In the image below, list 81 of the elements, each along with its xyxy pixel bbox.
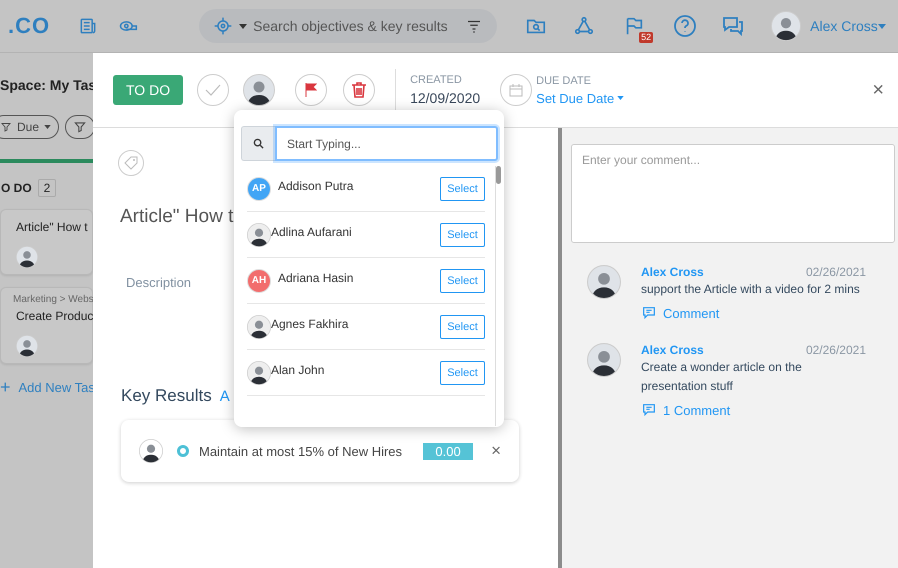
comment-date: 02/26/2021 bbox=[806, 265, 866, 279]
due-date-picker[interactable]: Set Due Date bbox=[536, 90, 624, 106]
caret-icon bbox=[617, 96, 624, 100]
task-title: Article" How t bbox=[16, 220, 89, 234]
task-count: 2 bbox=[38, 179, 56, 197]
notification-badge: 52 bbox=[639, 32, 654, 43]
avatar-icon bbox=[247, 222, 271, 246]
comment-icon[interactable] bbox=[641, 402, 657, 418]
task-card[interactable]: Article" How t bbox=[0, 209, 93, 275]
calendar-icon[interactable] bbox=[500, 74, 532, 106]
target-icon[interactable] bbox=[213, 16, 234, 36]
select-button[interactable]: Select bbox=[440, 176, 485, 200]
progress-value: 0.00 bbox=[423, 442, 474, 460]
flag-button[interactable] bbox=[295, 74, 328, 106]
avatar-icon bbox=[587, 343, 621, 377]
logo[interactable]: .CO bbox=[8, 13, 50, 39]
select-button[interactable]: Select bbox=[440, 360, 485, 384]
user-menu[interactable]: Alex Cross bbox=[810, 18, 878, 34]
avatar-icon bbox=[587, 265, 621, 299]
breadcrumb: Marketing > Webs bbox=[13, 294, 92, 305]
status-dot-icon bbox=[177, 445, 189, 457]
task-title[interactable]: Article" How t bbox=[120, 206, 234, 228]
avatar-icon bbox=[247, 360, 271, 384]
trash-icon bbox=[352, 82, 366, 98]
comment-author[interactable]: Alex Cross bbox=[641, 265, 704, 279]
person-name: Adriana Hasin bbox=[278, 270, 354, 284]
comment-text: support the Article with a video for 2 mins bbox=[641, 281, 861, 298]
initials-avatar: AH bbox=[247, 268, 271, 292]
newspaper-icon[interactable] bbox=[78, 16, 98, 36]
created-label: CREATED bbox=[410, 74, 463, 86]
avatar-icon bbox=[16, 335, 38, 357]
tag-icon[interactable] bbox=[118, 150, 144, 176]
key-results-heading: Key Results bbox=[121, 386, 212, 406]
avatar-icon bbox=[16, 246, 38, 268]
due-date-label: DUE DATE bbox=[536, 74, 592, 86]
caret-icon bbox=[239, 24, 248, 28]
flag-icon bbox=[305, 83, 318, 97]
select-button[interactable]: Select bbox=[440, 314, 485, 338]
description-label: Description bbox=[126, 275, 192, 290]
person-name: Addison Putra bbox=[278, 178, 354, 192]
search-field[interactable]: Start Typing... bbox=[275, 126, 498, 161]
remove-button[interactable]: × bbox=[491, 441, 501, 461]
delete-button[interactable] bbox=[343, 74, 376, 106]
search-icon bbox=[241, 126, 275, 161]
select-button[interactable]: Select bbox=[440, 222, 485, 246]
person-name: Alan John bbox=[271, 362, 326, 376]
column-title: O DO bbox=[1, 181, 32, 195]
close-button[interactable]: × bbox=[872, 78, 884, 102]
avatar-icon bbox=[771, 11, 802, 41]
comment-date: 02/26/2021 bbox=[806, 343, 866, 357]
task-title: Create Produc bbox=[16, 309, 92, 323]
initials-avatar: AP bbox=[247, 176, 271, 200]
task-card[interactable]: Marketing > Webs Create Produc bbox=[0, 287, 93, 364]
caret-icon bbox=[878, 24, 886, 28]
complete-button[interactable] bbox=[197, 74, 230, 106]
add-link[interactable]: A bbox=[220, 388, 230, 405]
comment-link[interactable]: 1 Comment bbox=[641, 402, 730, 418]
avatar-icon bbox=[139, 439, 163, 463]
filter-icon[interactable] bbox=[73, 120, 88, 134]
due-filter[interactable]: Due bbox=[0, 115, 60, 139]
filter-icon[interactable] bbox=[0, 121, 12, 133]
caret-icon bbox=[44, 125, 52, 129]
chat-icon[interactable] bbox=[721, 14, 746, 38]
comment-link[interactable]: Comment bbox=[641, 305, 720, 321]
created-date: 12/09/2020 bbox=[410, 90, 480, 106]
select-button[interactable]: Select bbox=[440, 268, 485, 292]
search-field[interactable]: Search objectives & key results bbox=[199, 9, 498, 43]
person-name: Agnes Fakhira bbox=[271, 316, 350, 330]
avatar-icon bbox=[243, 74, 276, 106]
avatar-icon bbox=[247, 314, 271, 338]
status-button[interactable]: TO DO bbox=[113, 75, 184, 105]
person-name: Adlina Aufarani bbox=[271, 224, 353, 238]
comment-text: Create a wonder article on the presentation stuff bbox=[641, 359, 803, 395]
check-icon bbox=[205, 84, 222, 96]
nodes-icon[interactable] bbox=[573, 15, 596, 37]
comment-author[interactable]: Alex Cross bbox=[641, 343, 704, 357]
comment-field[interactable]: Enter your comment... bbox=[571, 144, 895, 243]
help-icon[interactable] bbox=[673, 14, 698, 38]
key-result-title: Maintain at most 15% of New Hires bbox=[199, 444, 404, 458]
scrollbar-thumb[interactable] bbox=[496, 166, 501, 184]
comment-icon[interactable] bbox=[641, 305, 657, 321]
